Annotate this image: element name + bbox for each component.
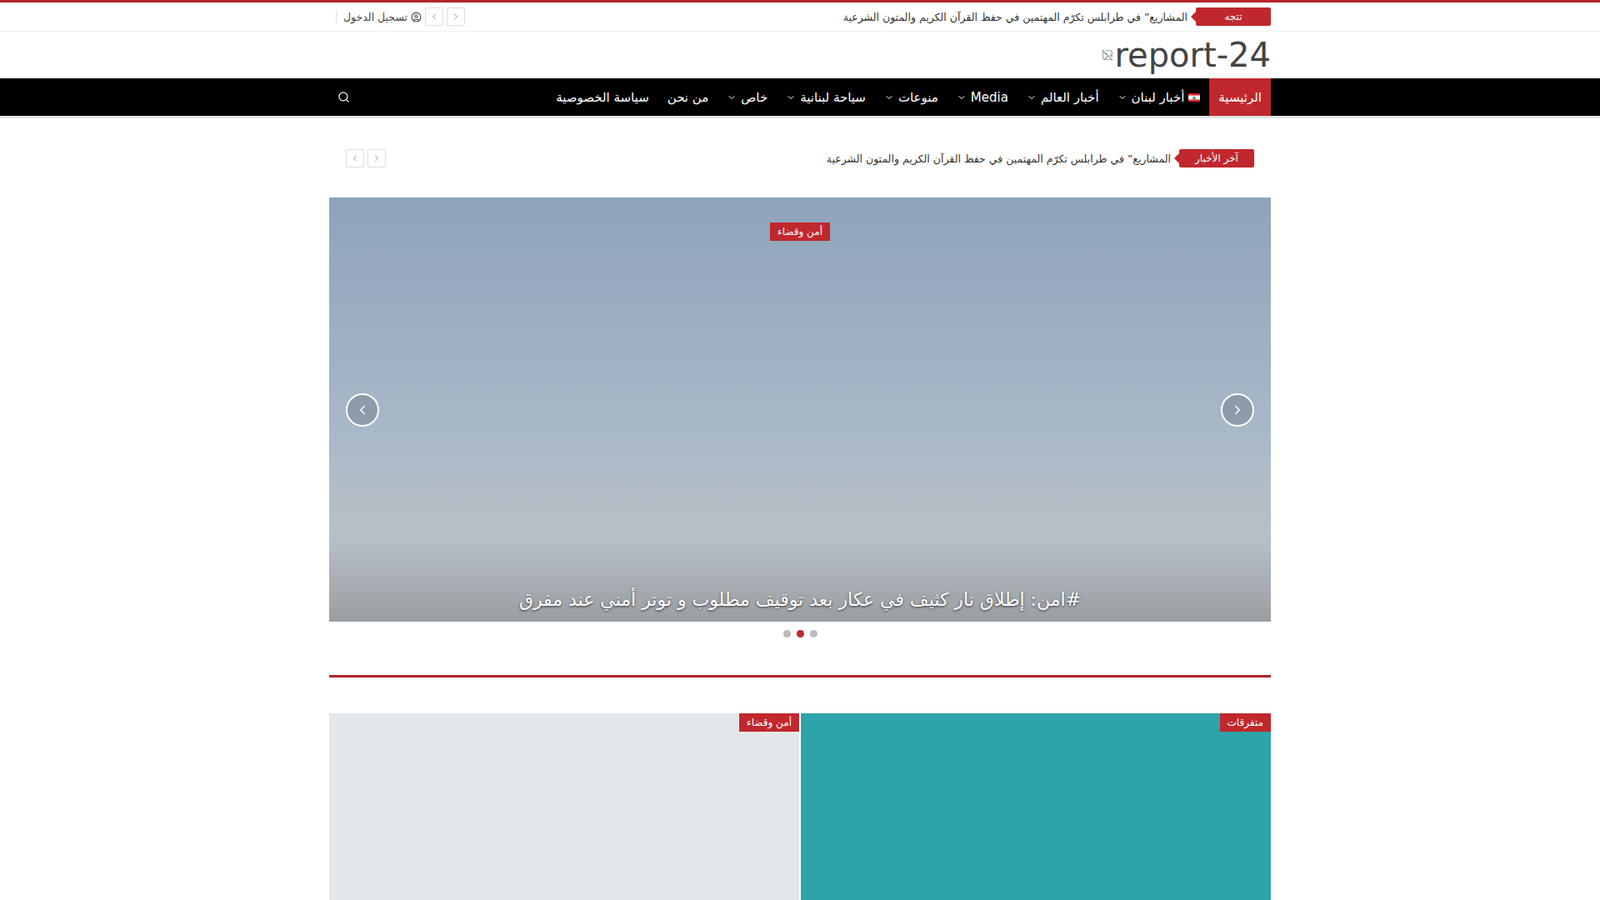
slider-next-button[interactable]: [1220, 393, 1255, 427]
slider-dot[interactable]: [796, 630, 805, 638]
category-badge[interactable]: متفرقات: [1220, 713, 1271, 732]
nav-item[interactable]: منوعات: [875, 78, 948, 116]
chevron-right-icon: [1230, 402, 1245, 418]
category-badge[interactable]: أمن وقضاء: [770, 222, 830, 241]
category-badge[interactable]: أمن وقضاء: [739, 713, 800, 732]
user-icon: [410, 11, 422, 23]
nav-item[interactable]: خاص: [717, 78, 777, 116]
next-button[interactable]: [367, 149, 386, 168]
chevron-left-icon: [355, 402, 370, 418]
trending-text[interactable]: المشاريع” في طرابلس تكرّم المهتمين في حف…: [843, 10, 1188, 24]
logo[interactable]: report-24: [1101, 38, 1272, 72]
logo-row: report-24: [329, 31, 1271, 79]
nav-item[interactable]: Media: [947, 78, 1018, 116]
nav-item[interactable]: أخبار لبنان: [1108, 78, 1210, 116]
trending-label: تتجه: [1195, 7, 1271, 26]
hero-slider: أمن وقضاء #امن: إطلاق نار كثيف في عكار بع…: [329, 197, 1271, 622]
chevron-down-icon: [1026, 92, 1037, 103]
broken-image-icon: [1101, 49, 1114, 61]
news-card[interactable]: أمن وقضاء: [329, 713, 800, 900]
news-card[interactable]: متفرقات: [800, 713, 1271, 900]
news-cards: متفرقات أمن وقضاء: [329, 713, 1271, 900]
chevron-down-icon: [884, 92, 895, 103]
prev-button[interactable]: [425, 7, 444, 26]
search-button[interactable]: [329, 78, 359, 116]
login-link[interactable]: تسجيل الدخول: [335, 10, 422, 24]
breaking-news: آخر الأخبار المشاريع” في طرابلس تكرّم الم…: [329, 146, 1271, 170]
slide-title[interactable]: #امن: إطلاق نار كثيف في عكار بعد توقيف م…: [519, 587, 1081, 614]
chevron-down-icon: [726, 92, 737, 103]
chevron-down-icon: [785, 92, 796, 103]
chevron-down-icon: [1117, 92, 1128, 103]
nav-item[interactable]: سياسة الخصوصية: [546, 78, 659, 116]
slider-dot[interactable]: [783, 630, 791, 638]
chevron-down-icon: [956, 92, 967, 103]
breaking-text[interactable]: المشاريع” في طرابلس تكرّم المهتمين في حف…: [826, 152, 1171, 165]
lebanon-flag-icon: [1188, 93, 1200, 102]
nav-item[interactable]: أخبار العالم: [1017, 78, 1109, 116]
slider-dot[interactable]: [810, 630, 818, 638]
section-divider: [329, 675, 1271, 678]
top-bar: تتجه المشاريع” في طرابلس تكرّم المهتمين ف…: [0, 0, 1600, 32]
slider-dots: [0, 630, 1600, 638]
nav-item[interactable]: من نحن: [658, 78, 719, 116]
breaking-label: آخر الأخبار: [1179, 149, 1255, 168]
nav-item[interactable]: الرئيسية: [1209, 78, 1271, 116]
main-nav: الرئيسيةأخبار لبنانأخبار العالمMediaمنوع…: [0, 78, 1600, 119]
nav-item[interactable]: سياحة لبنانية: [776, 78, 875, 116]
slider-prev-button[interactable]: [345, 393, 380, 427]
prev-button[interactable]: [345, 149, 365, 168]
search-icon: [337, 90, 350, 104]
next-button[interactable]: [446, 7, 465, 26]
